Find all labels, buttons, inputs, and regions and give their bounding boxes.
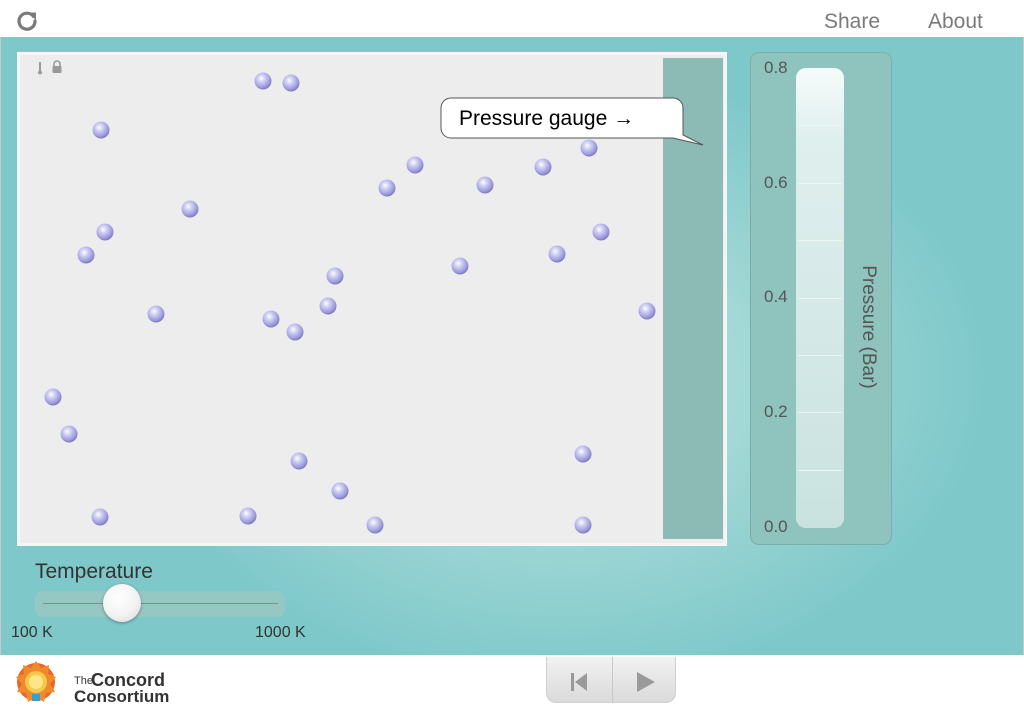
simulation-area: Pressure gauge → 0.8 0.6 0.4 0.2 0.0 Pre… (1, 37, 1023, 655)
gauge-tick-label: 0.8 (764, 58, 788, 77)
gauge-tick-label: 0.4 (764, 287, 788, 306)
callout-text: Pressure gauge → (459, 107, 635, 130)
concord-logo[interactable]: The Concord Consortium (14, 660, 174, 710)
temperature-max-label: 1000 K (255, 624, 306, 641)
gauge-gridline (798, 470, 842, 471)
gauge-tick-label: 0.6 (764, 173, 788, 192)
temperature-slider-handle[interactable] (103, 584, 141, 622)
temperature-slider[interactable] (35, 591, 285, 617)
thermometer-icon (38, 62, 42, 75)
gauge-gridline (798, 355, 842, 356)
play-button[interactable] (612, 657, 676, 703)
skip-back-icon (571, 673, 587, 691)
playback-controls (546, 657, 676, 703)
corner-icons (36, 60, 63, 76)
gauge-tick-label: 0.2 (764, 402, 788, 421)
gauge-title: Pressure (Bar) (858, 265, 879, 389)
play-icon (637, 672, 655, 692)
gauge-gridline (798, 240, 842, 241)
about-link[interactable]: About (928, 10, 983, 34)
bottom-bar: The Concord Consortium (0, 655, 1024, 715)
top-bar: Share About (0, 0, 1024, 37)
share-link[interactable]: Share (824, 10, 880, 34)
lock-icon (52, 60, 62, 73)
temperature-min-label: 100 K (11, 624, 53, 641)
gauge-gridline (798, 412, 842, 413)
temperature-title: Temperature (35, 560, 153, 583)
reset-button[interactable] (547, 657, 611, 703)
gauge-gridline (798, 183, 842, 184)
gauge-gridline (798, 125, 842, 126)
temperature-slider-line (43, 603, 278, 604)
reload-icon[interactable] (15, 9, 39, 33)
logo-consortium-text: Consortium (74, 687, 170, 706)
gauge-tick-label: 0.0 (764, 517, 788, 536)
gauge-gridline (798, 298, 842, 299)
lightbulb-logo-icon (16, 661, 56, 702)
